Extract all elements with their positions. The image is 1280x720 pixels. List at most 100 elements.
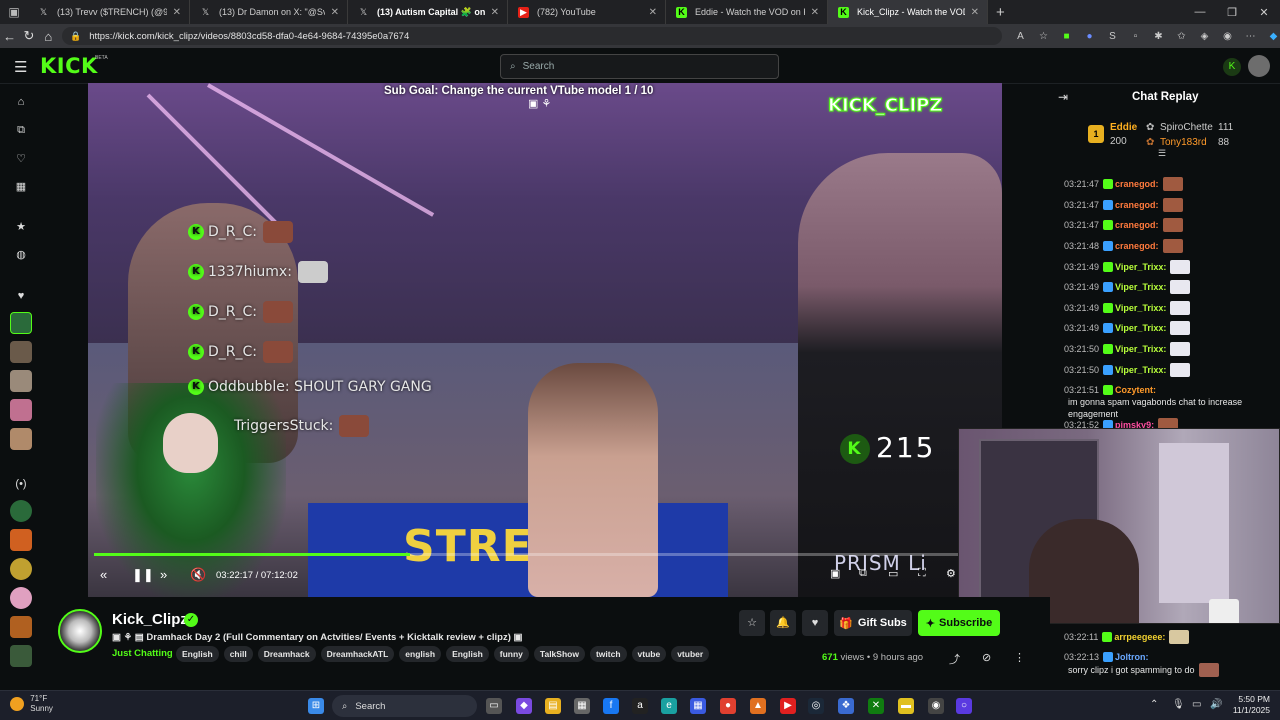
user-avatar[interactable]: [1248, 55, 1270, 77]
tag-chip[interactable]: vtube: [631, 646, 667, 662]
follow-heart-icon[interactable]: ♥: [802, 610, 828, 636]
copilot-icon[interactable]: ◆: [1267, 31, 1280, 42]
tab-youtube[interactable]: ▶ (782) YouTube ✕: [508, 0, 666, 24]
volume-icon[interactable]: 🔊: [1210, 699, 1222, 710]
chat-username[interactable]: Viper_Trixx:: [1115, 322, 1166, 334]
rewind-icon[interactable]: «: [100, 567, 107, 582]
recommended-channel-avatar[interactable]: [10, 645, 32, 667]
kick-logo[interactable]: KICK: [40, 54, 98, 78]
close-tab-icon[interactable]: ✕: [331, 7, 339, 18]
extension-icon[interactable]: ▫: [1129, 31, 1142, 42]
chat-username[interactable]: cranegod:: [1115, 240, 1159, 252]
kick-extension-icon[interactable]: ■: [1060, 31, 1073, 42]
gift-subs-button[interactable]: 🎁 Gift Subs: [834, 610, 912, 636]
start-windows-icon[interactable]: ⊞: [308, 698, 324, 714]
tab-dr-damon[interactable]: 𝕏 (13) Dr Damon on X: "@Svntvmv ✕: [190, 0, 348, 24]
close-tab-icon[interactable]: ✕: [811, 7, 819, 18]
edge-icon[interactable]: e: [661, 698, 677, 714]
chrome-icon[interactable]: ●: [720, 698, 736, 714]
menu-icon[interactable]: ☰: [14, 58, 27, 76]
tab-actions-icon[interactable]: ▣: [0, 0, 28, 24]
favorite-star-icon[interactable]: ☆: [1037, 31, 1050, 42]
url-field[interactable]: 🔒 https://kick.com/kick_clipz/videos/880…: [61, 27, 1002, 45]
chat-username[interactable]: cranegod:: [1115, 199, 1159, 211]
categories-icon[interactable]: ▦: [12, 180, 30, 193]
taskbar-search[interactable]: ⌕ Search: [332, 695, 477, 717]
notification-bell-icon[interactable]: 🔔: [770, 610, 796, 636]
weather-widget[interactable]: 71°F Sunny: [10, 694, 53, 714]
tag-chip[interactable]: English: [446, 646, 489, 662]
tab-trevv[interactable]: 𝕏 (13) Trevv ($TRENCH) (@9trevv) / ✕: [28, 0, 190, 24]
extension-icon[interactable]: S: [1106, 31, 1119, 42]
channel-name[interactable]: Kick_Clipz: [112, 611, 188, 628]
back-icon[interactable]: ←: [0, 29, 19, 44]
chat-username[interactable]: cranegod:: [1115, 219, 1159, 231]
leader-name[interactable]: SpiroChette: [1160, 122, 1213, 133]
kick-points-icon[interactable]: K: [1223, 58, 1241, 76]
tag-chip[interactable]: funny: [493, 646, 529, 662]
minimize-icon[interactable]: —: [1184, 6, 1216, 19]
task-view-icon[interactable]: ▭: [486, 698, 502, 714]
extension-icon[interactable]: ●: [1083, 31, 1096, 42]
egg-icon[interactable]: ◍: [12, 248, 30, 261]
chat-username[interactable]: Joltron:: [1115, 651, 1149, 663]
followed-channel-avatar[interactable]: [10, 399, 32, 421]
followed-channel-avatar[interactable]: [10, 370, 32, 392]
collapse-chat-icon[interactable]: ⇥: [1058, 90, 1068, 104]
obs-icon[interactable]: ◉: [928, 698, 944, 714]
video-player[interactable]: STREAM Sub Goal: Change the current VTub…: [88, 83, 1002, 597]
followed-channel-avatar[interactable]: [10, 312, 32, 334]
close-tab-icon[interactable]: ✕: [649, 7, 657, 18]
followed-channel-avatar[interactable]: [10, 341, 32, 363]
chat-username[interactable]: Viper_Trixx:: [1115, 281, 1166, 293]
microphone-icon[interactable]: 🎙: [1172, 699, 1185, 710]
mute-icon[interactable]: 🔇: [190, 567, 206, 583]
sticky-notes-icon[interactable]: ▬: [898, 698, 914, 714]
recommended-channel-avatar[interactable]: [10, 500, 32, 522]
system-clock[interactable]: 5:50 PM 11/1/2025: [1230, 694, 1270, 716]
home-icon[interactable]: ⌂: [12, 96, 30, 108]
app-icon[interactable]: ○: [956, 698, 972, 714]
following-heart-icon[interactable]: ♡: [12, 152, 30, 165]
tab-eddie-vod[interactable]: K Eddie - Watch the VOD on Kick ✕: [666, 0, 828, 24]
live-icon[interactable]: (•): [12, 478, 30, 490]
amazon-icon[interactable]: a: [632, 698, 648, 714]
read-aloud-icon[interactable]: A: [1014, 31, 1027, 42]
chat-username[interactable]: Viper_Trixx:: [1115, 302, 1166, 314]
chat-username[interactable]: cranegod:: [1115, 178, 1159, 190]
display-icon[interactable]: ▭: [1192, 699, 1201, 710]
tag-chip[interactable]: Dreamhack: [257, 646, 316, 662]
vlc-icon[interactable]: ▲: [750, 698, 766, 714]
tag-chip[interactable]: vtuber: [671, 646, 710, 662]
chat-username[interactable]: Cozytent:: [1115, 384, 1156, 396]
browser-essentials-icon[interactable]: ◈: [1198, 31, 1211, 42]
favorite-star-icon[interactable]: ☆: [739, 610, 765, 636]
channel-avatar[interactable]: [58, 609, 102, 653]
settings-gear-icon[interactable]: ⚙: [946, 567, 956, 580]
chat-username[interactable]: Viper_Trixx:: [1115, 343, 1166, 355]
followed-channel-avatar[interactable]: [10, 428, 32, 450]
tag-chip[interactable]: chill: [223, 646, 253, 662]
recommended-channel-avatar[interactable]: [10, 616, 32, 638]
tag-chip[interactable]: DreamhackATL: [320, 646, 395, 662]
restore-icon[interactable]: ❐: [1216, 6, 1248, 19]
hide-icon[interactable]: ⊘: [982, 651, 991, 664]
tag-chip[interactable]: english: [399, 646, 442, 662]
tray-overflow-icon[interactable]: ⌃: [1150, 699, 1158, 710]
share-icon[interactable]: ⤴: [949, 651, 960, 667]
leader-name[interactable]: Eddie: [1110, 122, 1137, 133]
heart-icon[interactable]: ♥: [12, 290, 30, 302]
steam-icon[interactable]: ◎: [808, 698, 824, 714]
close-tab-icon[interactable]: ✕: [173, 7, 181, 18]
theater-mode-icon[interactable]: ⧉: [859, 567, 867, 580]
xbox-icon[interactable]: ✕: [868, 698, 884, 714]
chat-username[interactable]: Viper_Trixx:: [1115, 261, 1166, 273]
category-link[interactable]: Just Chatting: [112, 648, 173, 659]
store-icon[interactable]: ▦: [574, 698, 590, 714]
fullscreen-icon[interactable]: ⛶: [918, 567, 926, 580]
pause-icon[interactable]: ❚❚: [132, 567, 154, 583]
copilot-icon[interactable]: ◆: [516, 698, 532, 714]
file-explorer-icon[interactable]: ▤: [545, 698, 561, 714]
favorites-icon[interactable]: ✩: [1175, 31, 1188, 42]
star-icon[interactable]: ★: [12, 220, 30, 233]
